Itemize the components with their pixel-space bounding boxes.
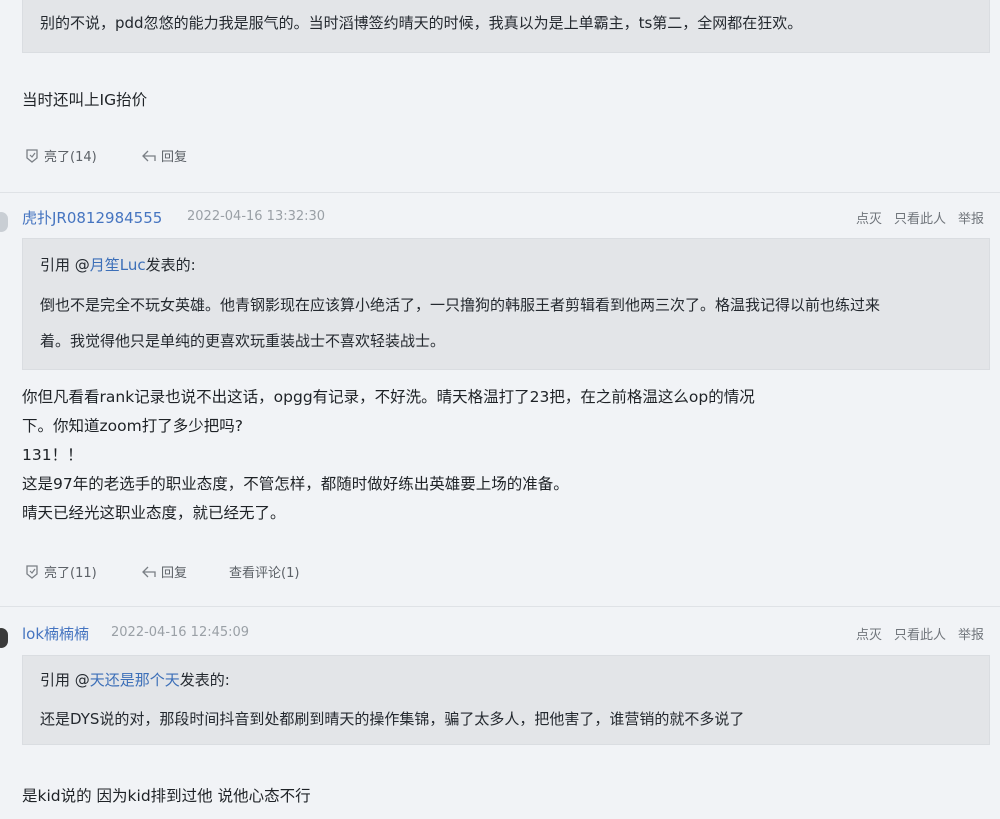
post-timestamp: 2022-04-16 12:45:09 <box>111 625 250 640</box>
body-line: 是kid说的 因为kid排到过他 说他心态不行 <box>22 787 311 805</box>
quote-text: 别的不说，pdd忽悠的能力我是服气的。当时滔博签约晴天的时候，我真以为是上单霸主… <box>40 14 803 32</box>
reply-button[interactable]: 回复 <box>141 146 187 165</box>
quote-text: 倒也不是完全不玩女英雄。他青钢影现在应该算小绝活了，一只撸狗的韩服王者剪辑看到他… <box>40 290 985 356</box>
post-body: 是kid说的 因为kid排到过他 说他心态不行 <box>22 782 982 811</box>
quote-prefix: 引用 @ <box>40 671 90 689</box>
like-icon <box>26 564 38 579</box>
post-tools: 点灭 只看此人 举报 <box>856 624 984 643</box>
reply-text: 当时还叫上IG抬价 <box>22 91 148 109</box>
like-button[interactable]: 亮了(11) <box>24 562 97 581</box>
quote-line: 倒也不是完全不玩女英雄。他青钢影现在应该算小绝活了，一只撸狗的韩服王者剪辑看到他… <box>40 296 881 314</box>
view-comments-label: 查看评论(1) <box>229 566 300 581</box>
only-this-user-link[interactable]: 只看此人 <box>894 624 946 643</box>
avatar <box>0 212 8 232</box>
view-comments-link[interactable]: 查看评论(1) <box>229 562 299 581</box>
downvote-link[interactable]: 点灭 <box>856 208 882 227</box>
quote-header: 引用 @天还是那个天发表的: <box>40 669 230 690</box>
quote-prefix: 引用 @ <box>40 256 90 274</box>
like-count: 亮了(11) <box>44 566 97 581</box>
report-link[interactable]: 举报 <box>958 624 984 643</box>
username-link[interactable]: 虎扑JR0812984555 <box>22 207 162 228</box>
quote-header: 引用 @月笙Luc发表的: <box>40 254 196 275</box>
body-line: 131！！ <box>22 446 83 464</box>
avatar <box>0 628 8 648</box>
body-line: 晴天已经光这职业态度，就已经无了。 <box>22 504 286 522</box>
reply-button[interactable]: 回复 <box>141 562 187 581</box>
username-link[interactable]: lok楠楠楠 <box>22 623 89 644</box>
post-divider <box>0 606 1000 607</box>
quoted-user-link[interactable]: 天还是那个天 <box>90 671 180 689</box>
quote-line: 着。我觉得他只是单纯的更喜欢玩重装战士不喜欢轻装战士。 <box>40 332 446 350</box>
reply-icon <box>142 150 156 161</box>
body-line: 这是97年的老选手的职业态度，不管怎样，都随时做好练出英雄要上场的准备。 <box>22 475 569 493</box>
like-count: 亮了(14) <box>44 150 97 165</box>
quoted-user-link[interactable]: 月笙Luc <box>90 256 146 274</box>
report-link[interactable]: 举报 <box>958 208 984 227</box>
like-icon <box>26 148 38 163</box>
post-body: 你但凡看看rank记录也说不出这话，opgg有记录，不好洗。晴天格温打了23把，… <box>22 383 982 528</box>
reply-icon <box>142 566 156 577</box>
reply-label: 回复 <box>161 150 188 165</box>
downvote-link[interactable]: 点灭 <box>856 624 882 643</box>
like-button[interactable]: 亮了(14) <box>24 146 97 165</box>
reply-label: 回复 <box>161 566 188 581</box>
only-this-user-link[interactable]: 只看此人 <box>894 208 946 227</box>
post-timestamp: 2022-04-16 13:32:30 <box>187 209 326 224</box>
post-tools: 点灭 只看此人 举报 <box>856 208 984 227</box>
quote-line: 还是DYS说的对，那段时间抖音到处都刷到晴天的操作集锦，骗了太多人，把他害了，谁… <box>40 710 745 728</box>
quote-text: 还是DYS说的对，那段时间抖音到处都刷到晴天的操作集锦，骗了太多人，把他害了，谁… <box>40 704 985 734</box>
body-line: 下。你知道zoom打了多少把吗? <box>22 417 243 435</box>
body-line: 你但凡看看rank记录也说不出这话，opgg有记录，不好洗。晴天格温打了23把，… <box>22 388 755 406</box>
quote-suffix: 发表的: <box>179 671 230 689</box>
quote-suffix: 发表的: <box>145 256 196 274</box>
post-divider <box>0 192 1000 193</box>
